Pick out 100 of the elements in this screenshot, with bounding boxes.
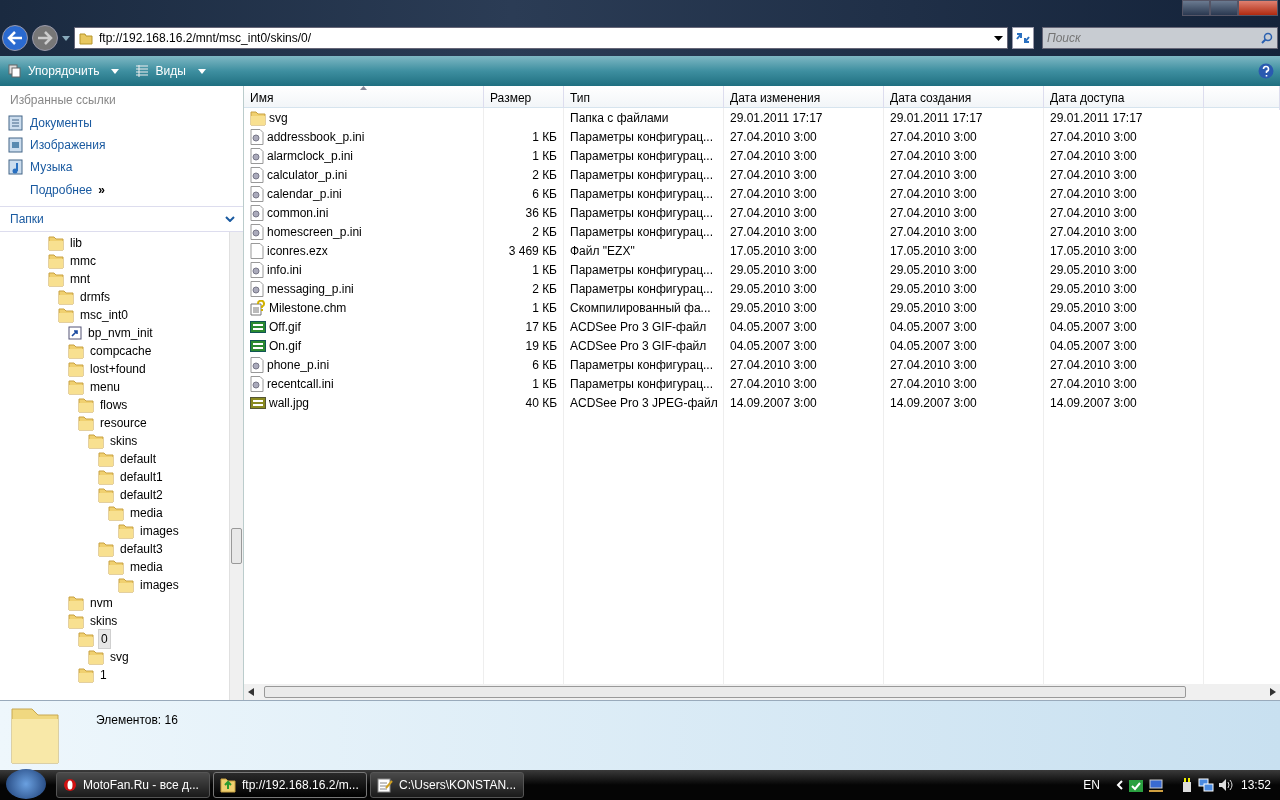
- folder-icon: [68, 595, 84, 611]
- horizontal-scrollbar[interactable]: [244, 684, 1280, 700]
- tree-item[interactable]: skins: [108, 432, 140, 450]
- tree-item[interactable]: mmc: [68, 252, 98, 270]
- file-name[interactable]: phone_p.ini: [267, 355, 330, 374]
- column-header[interactable]: Дата создания: [884, 86, 1044, 110]
- scroll-right-icon[interactable]: [1270, 688, 1276, 696]
- back-button[interactable]: [2, 25, 28, 51]
- column-header[interactable]: Размер: [484, 86, 564, 110]
- tree-item[interactable]: default1: [118, 468, 165, 486]
- file-name[interactable]: calculator_p.ini: [267, 165, 348, 184]
- tree-item[interactable]: mnt: [68, 270, 92, 288]
- column-header[interactable]: Дата доступа: [1044, 86, 1204, 110]
- maximize-button[interactable]: [1210, 0, 1238, 16]
- favorite-link[interactable]: Изображения: [0, 134, 243, 156]
- tree-item[interactable]: compcache: [88, 342, 154, 360]
- help-icon[interactable]: [1258, 63, 1274, 79]
- file-size: 1 КБ: [532, 375, 557, 393]
- taskbar-button[interactable]: MotoFan.Ru - все д...: [56, 772, 210, 798]
- minimize-button[interactable]: [1182, 0, 1210, 16]
- start-button[interactable]: [6, 769, 46, 799]
- tree-item[interactable]: default3: [118, 540, 165, 558]
- tree-item[interactable]: media: [128, 504, 165, 522]
- accessed-date: 27.04.2010 3:00: [1050, 356, 1137, 374]
- folder-icon: [79, 31, 93, 45]
- clock[interactable]: 13:52: [1240, 776, 1271, 794]
- file-name[interactable]: messaging_p.ini: [267, 279, 354, 298]
- folders-header[interactable]: Папки: [10, 210, 44, 228]
- file-name[interactable]: wall.jpg: [269, 393, 310, 412]
- file-name[interactable]: On.gif: [269, 336, 301, 355]
- views-button[interactable]: Виды: [133, 60, 208, 82]
- tree-item[interactable]: default2: [118, 486, 165, 504]
- file-type: Параметры конфигурац...: [570, 375, 714, 393]
- created-date: 27.04.2010 3:00: [890, 356, 977, 374]
- file-name[interactable]: recentcall.ini: [267, 374, 334, 393]
- search-icon[interactable]: [1261, 32, 1273, 44]
- favorite-link[interactable]: Музыка: [0, 156, 243, 178]
- file-name[interactable]: svg: [269, 108, 288, 127]
- column-header[interactable]: Дата изменения: [724, 86, 884, 110]
- tree-item[interactable]: lost+found: [88, 360, 148, 378]
- file-name[interactable]: info.ini: [267, 260, 302, 279]
- tree-item[interactable]: images: [138, 522, 181, 540]
- more-link[interactable]: Подробнее: [30, 181, 93, 199]
- shield-check-icon[interactable]: [1127, 777, 1144, 793]
- tree-item[interactable]: svg: [108, 648, 131, 666]
- file-size: 19 КБ: [525, 337, 557, 355]
- tree-item[interactable]: skins: [88, 612, 120, 630]
- vertical-scrollbar[interactable]: [229, 232, 243, 700]
- tree-item[interactable]: media: [128, 558, 165, 576]
- tree-item[interactable]: lib: [68, 234, 84, 252]
- column-header[interactable]: Имя: [244, 86, 484, 110]
- file-name[interactable]: Milestone.chm: [269, 298, 347, 317]
- file-name[interactable]: addressbook_p.ini: [267, 127, 365, 146]
- taskbar-button[interactable]: C:\Users\KONSTAN...: [370, 772, 524, 798]
- file-name[interactable]: alarmclock_p.ini: [267, 146, 354, 165]
- accessed-date: 27.04.2010 3:00: [1050, 185, 1137, 203]
- tree-item[interactable]: msc_int0: [78, 306, 131, 324]
- file-name[interactable]: Off.gif: [269, 317, 301, 336]
- accessed-date: 27.04.2010 3:00: [1050, 147, 1137, 165]
- forward-button[interactable]: [32, 25, 58, 51]
- tree-item[interactable]: bp_nvm_init: [86, 324, 155, 342]
- file-name[interactable]: calendar_p.ini: [267, 184, 342, 203]
- tree-item[interactable]: menu: [88, 378, 123, 396]
- caret-icon: [111, 68, 120, 74]
- chevron-icon[interactable]: »: [98, 181, 105, 199]
- folder-icon: [118, 523, 134, 539]
- dropdown-icon[interactable]: [994, 35, 1003, 41]
- close-button[interactable]: [1238, 0, 1278, 16]
- taskbar-button[interactable]: ftp://192.168.16.2/m...: [213, 772, 367, 798]
- chevron-icon[interactable]: [225, 216, 235, 222]
- file-name[interactable]: iconres.ezx: [267, 241, 328, 260]
- documents-icon: [8, 115, 24, 131]
- tree-item[interactable]: images: [138, 576, 181, 594]
- search-field[interactable]: Поиск: [1042, 27, 1278, 49]
- tree-item[interactable]: 1: [98, 666, 109, 684]
- file-type: Параметры конфигурац...: [570, 280, 714, 298]
- created-date: 27.04.2010 3:00: [890, 128, 977, 146]
- speaker-icon[interactable]: [1217, 777, 1234, 793]
- network-icon[interactable]: [1197, 777, 1214, 793]
- caret-icon[interactable]: [62, 35, 70, 41]
- favorite-link[interactable]: Документы: [0, 112, 243, 134]
- modified-date: 27.04.2010 3:00: [730, 223, 817, 241]
- language-indicator[interactable]: EN: [1083, 776, 1100, 794]
- accessed-date: 29.01.2011 17:17: [1050, 109, 1143, 127]
- column-header[interactable]: Тип: [564, 86, 724, 110]
- computer-icon[interactable]: [1147, 777, 1164, 793]
- tree-item[interactable]: default: [118, 450, 159, 468]
- scroll-left-icon[interactable]: [248, 688, 254, 696]
- settings-file-icon: [250, 261, 264, 278]
- tree-item[interactable]: resource: [98, 414, 149, 432]
- file-name[interactable]: homescreen_p.ini: [267, 222, 362, 241]
- file-type: Параметры конфигурац...: [570, 147, 714, 165]
- address-field[interactable]: ftp://192.168.16.2/mnt/msc_int0/skins/0/: [74, 27, 1008, 49]
- refresh-button[interactable]: [1012, 27, 1034, 49]
- tree-item[interactable]: drmfs: [78, 288, 112, 306]
- tree-item[interactable]: 0: [98, 629, 111, 649]
- organize-button[interactable]: Упорядочить: [6, 60, 122, 82]
- tree-item[interactable]: nvm: [88, 594, 115, 612]
- file-name[interactable]: common.ini: [267, 203, 329, 222]
- tree-item[interactable]: flows: [98, 396, 130, 414]
